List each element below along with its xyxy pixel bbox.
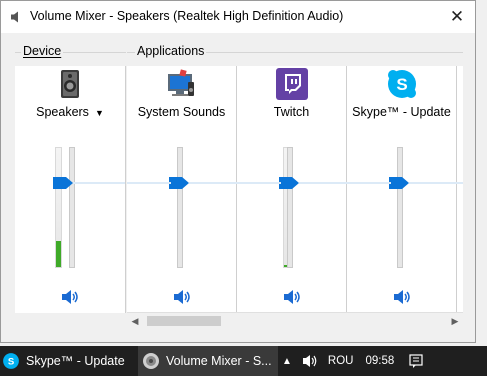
title-bar[interactable]: Volume Mixer - Speakers (Realtek High De… <box>1 1 475 33</box>
skype-icon: S <box>387 70 416 98</box>
app-channel-system-sounds: System Sounds <box>127 66 237 313</box>
device-channel-speakers: Speakers ▼ <box>15 66 126 313</box>
skype-icon: S <box>3 353 19 369</box>
scroll-right-icon[interactable]: ▶ <box>447 313 463 329</box>
applications-pane: System Sounds Twitch S Skype™ - Update ◀… <box>127 66 463 329</box>
twitch-icon <box>275 68 308 100</box>
mute-speaker-icon[interactable] <box>60 288 80 306</box>
speaker-device-icon <box>61 70 79 98</box>
mixer-content: Device Applications Speakers ▼ System So… <box>1 33 475 342</box>
task-label: Skype™ - Update <box>26 354 125 368</box>
peak-meter-fill <box>56 240 61 267</box>
app-channel-skype: S Skype™ - Update <box>347 66 463 313</box>
mute-speaker-icon[interactable] <box>172 288 192 306</box>
volume-level-line <box>347 182 391 184</box>
system-tray: ▲ ROU 09:58 <box>282 346 424 376</box>
app-channel-twitch: Twitch <box>237 66 347 313</box>
volume-mixer-icon <box>143 353 159 369</box>
horizontal-scrollbar[interactable]: ◀ ▶ <box>127 312 463 329</box>
task-label: Volume Mixer - S... <box>166 354 272 368</box>
taskbar-item-skype[interactable]: S Skype™ - Update <box>0 346 138 376</box>
volume-slider-thumb[interactable] <box>389 177 409 189</box>
clock-time: 09:58 <box>365 354 395 367</box>
volume-slider-track[interactable] <box>69 147 75 268</box>
chevron-down-icon: ▼ <box>94 108 104 118</box>
taskbar: S Skype™ - Update Volume Mixer - S... ▲ … <box>0 346 487 376</box>
device-name: Speakers <box>36 105 89 119</box>
volume-mixer-window: Volume Mixer - Speakers (Realtek High De… <box>0 0 476 343</box>
device-selector[interactable]: Speakers ▼ <box>15 105 125 119</box>
volume-slider-thumb[interactable] <box>53 177 73 189</box>
chevron-up-icon[interactable]: ▲ <box>282 356 292 367</box>
scrollbar-thumb[interactable] <box>147 316 221 326</box>
volume-level-line <box>127 182 171 184</box>
device-group-label: Device <box>21 44 64 58</box>
peak-meter <box>55 147 62 268</box>
notifications-icon[interactable] <box>408 353 424 369</box>
close-button[interactable]: ✕ <box>447 7 467 27</box>
system-sounds-icon <box>167 69 194 96</box>
volume-slider-track[interactable] <box>287 147 293 268</box>
applications-group-label: Applications <box>135 44 207 58</box>
volume-level-line <box>237 182 281 184</box>
volume-slider-thumb[interactable] <box>169 177 189 189</box>
app-label: Skype™ - Update <box>352 105 451 119</box>
taskbar-item-volume-mixer[interactable]: Volume Mixer - S... <box>138 346 278 376</box>
volume-slider-thumb[interactable] <box>279 177 299 189</box>
volume-level-line <box>409 182 463 184</box>
input-language[interactable]: ROU <box>328 355 354 367</box>
svg-text:S: S <box>396 75 407 94</box>
svg-text:S: S <box>8 356 14 367</box>
clock[interactable]: 09:58 <box>365 355 394 368</box>
app-label: System Sounds <box>137 105 226 119</box>
mute-speaker-icon[interactable] <box>282 288 302 306</box>
speaker-icon[interactable] <box>302 354 318 368</box>
volume-level-line <box>189 182 237 184</box>
mute-speaker-icon[interactable] <box>392 288 412 306</box>
volume-level-line <box>299 182 347 184</box>
volume-slider-track[interactable] <box>397 147 403 268</box>
window-title: Volume Mixer - Speakers (Realtek High De… <box>30 9 344 23</box>
volume-level-line <box>73 182 125 184</box>
volume-slider-track[interactable] <box>177 147 183 268</box>
scroll-left-icon[interactable]: ◀ <box>127 313 143 329</box>
app-label: Twitch <box>273 105 310 119</box>
speaker-icon <box>11 11 18 23</box>
